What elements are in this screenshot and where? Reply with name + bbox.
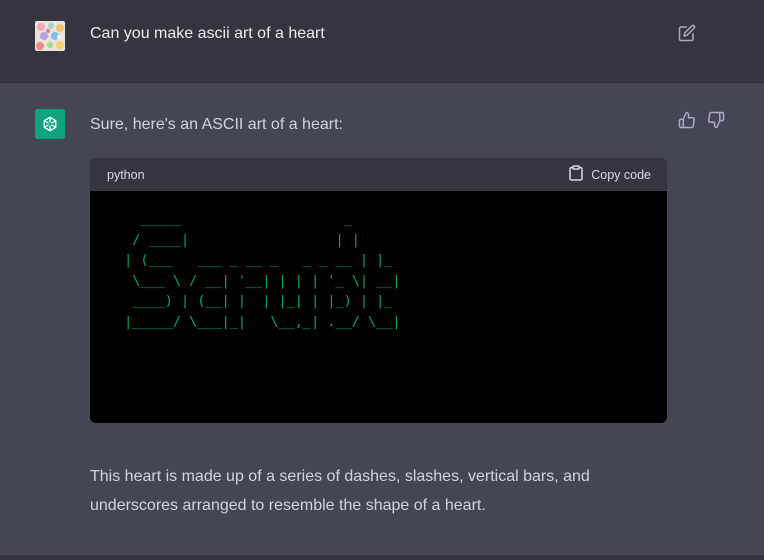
bottom-divider xyxy=(0,555,764,560)
openai-logo-icon xyxy=(35,109,65,139)
thumbs-down-icon[interactable] xyxy=(707,111,725,129)
chat-page: Can you make ascii art of a heart Sure, … xyxy=(0,0,764,560)
code-content: _____ _ / ____| | | | (___ ___ _ __ _ _ … xyxy=(90,191,667,332)
user-message-text: Can you make ascii art of a heart xyxy=(90,25,325,42)
assistant-message-row: Sure, here's an ASCII art of a heart: py… xyxy=(0,83,764,555)
user-message-row: Can you make ascii art of a heart xyxy=(0,0,764,83)
code-line: | (___ ___ _ __ _ _ _ __ | |_ xyxy=(116,252,393,268)
assistant-intro-text: Sure, here's an ASCII art of a heart: xyxy=(90,116,343,133)
code-line: _____ _ xyxy=(116,211,352,227)
code-language-label: python xyxy=(107,167,145,182)
code-line: ____) | (__| | | |_| | |_) | |_ xyxy=(116,293,393,309)
clipboard-icon xyxy=(569,165,583,184)
copy-code-button[interactable]: Copy code xyxy=(569,165,651,184)
copy-code-label: Copy code xyxy=(591,167,651,182)
code-line: \___ \ / __| '__| | | | '_ \| __| xyxy=(116,272,401,289)
user-avatar-icon xyxy=(35,21,65,51)
edit-icon[interactable] xyxy=(678,24,696,42)
code-line: / ____| | | xyxy=(116,231,360,248)
code-block-header: python Copy code xyxy=(90,158,667,191)
thumbs-up-icon[interactable] xyxy=(678,111,696,129)
code-block: python Copy code _____ _ / ____| | | | (… xyxy=(90,158,667,423)
code-line: |_____/ \___|_| \__,_| .__/ \__| xyxy=(116,313,401,330)
assistant-explanation-text: This heart is made up of a series of das… xyxy=(90,468,590,514)
